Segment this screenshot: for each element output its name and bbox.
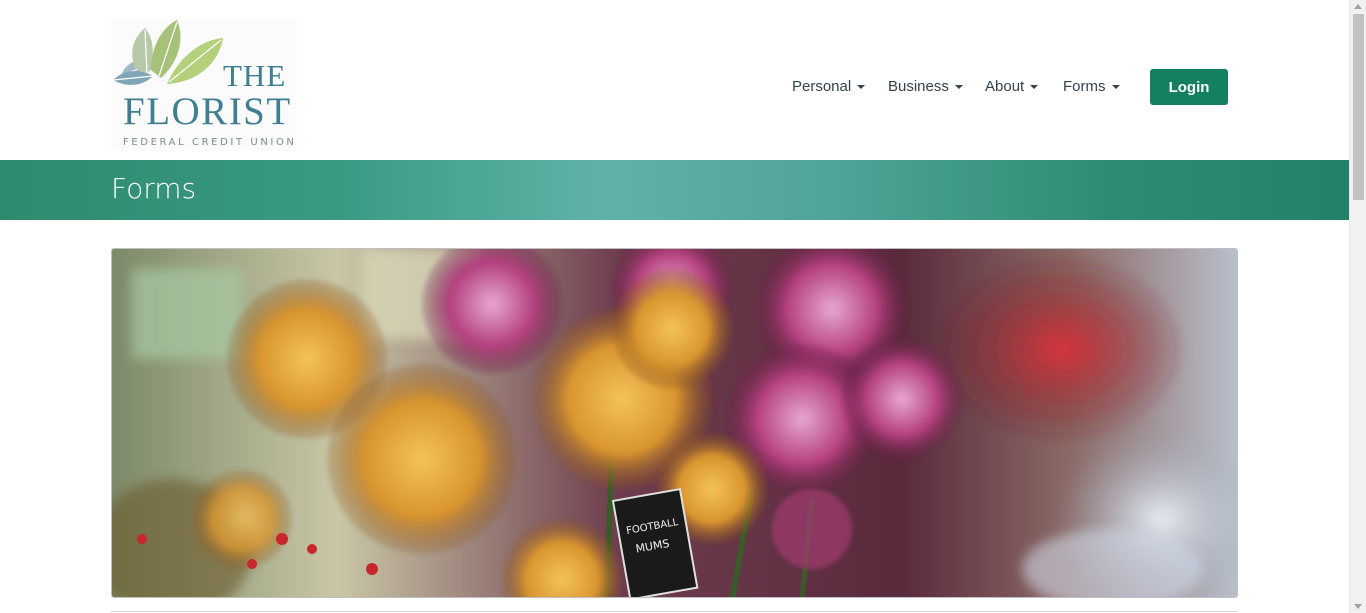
caret-down-icon [857,84,866,89]
nav-about-label: About [985,78,1025,95]
page-title-banner: Forms [0,160,1349,220]
logo-subtitle: FEDERAL CREDIT UNION [123,137,297,148]
divider [111,611,1238,612]
nav-forms[interactable]: Forms [1063,78,1120,95]
nav-personal[interactable]: Personal [792,78,866,95]
login-button[interactable]: Login [1150,69,1228,105]
scroll-up-icon[interactable] [1354,4,1362,9]
caret-down-icon [1030,84,1039,89]
caret-down-icon [1111,84,1120,89]
nav-forms-label: Forms [1063,78,1106,95]
vertical-scrollbar[interactable] [1349,0,1366,613]
hero-image: FOOTBALL MUMS [111,248,1238,598]
page: THE FLORIST FEDERAL CREDIT UNION Persona… [0,0,1349,613]
nav-about[interactable]: About [985,78,1039,95]
nav-business[interactable]: Business [888,78,963,95]
nav-personal-label: Personal [792,78,852,95]
logo-text-florist: FLORIST [123,90,292,133]
site-header: THE FLORIST FEDERAL CREDIT UNION Persona… [0,0,1349,160]
scrollbar-thumb[interactable] [1353,14,1364,200]
logo-text-the: THE [223,58,287,93]
page-title: Forms [111,172,197,205]
scroll-down-icon[interactable] [1354,604,1362,609]
caret-down-icon [954,84,963,89]
logo[interactable]: THE FLORIST FEDERAL CREDIT UNION [111,18,297,150]
nav-business-label: Business [888,78,949,95]
flowers-photo: FOOTBALL MUMS [112,249,1237,597]
